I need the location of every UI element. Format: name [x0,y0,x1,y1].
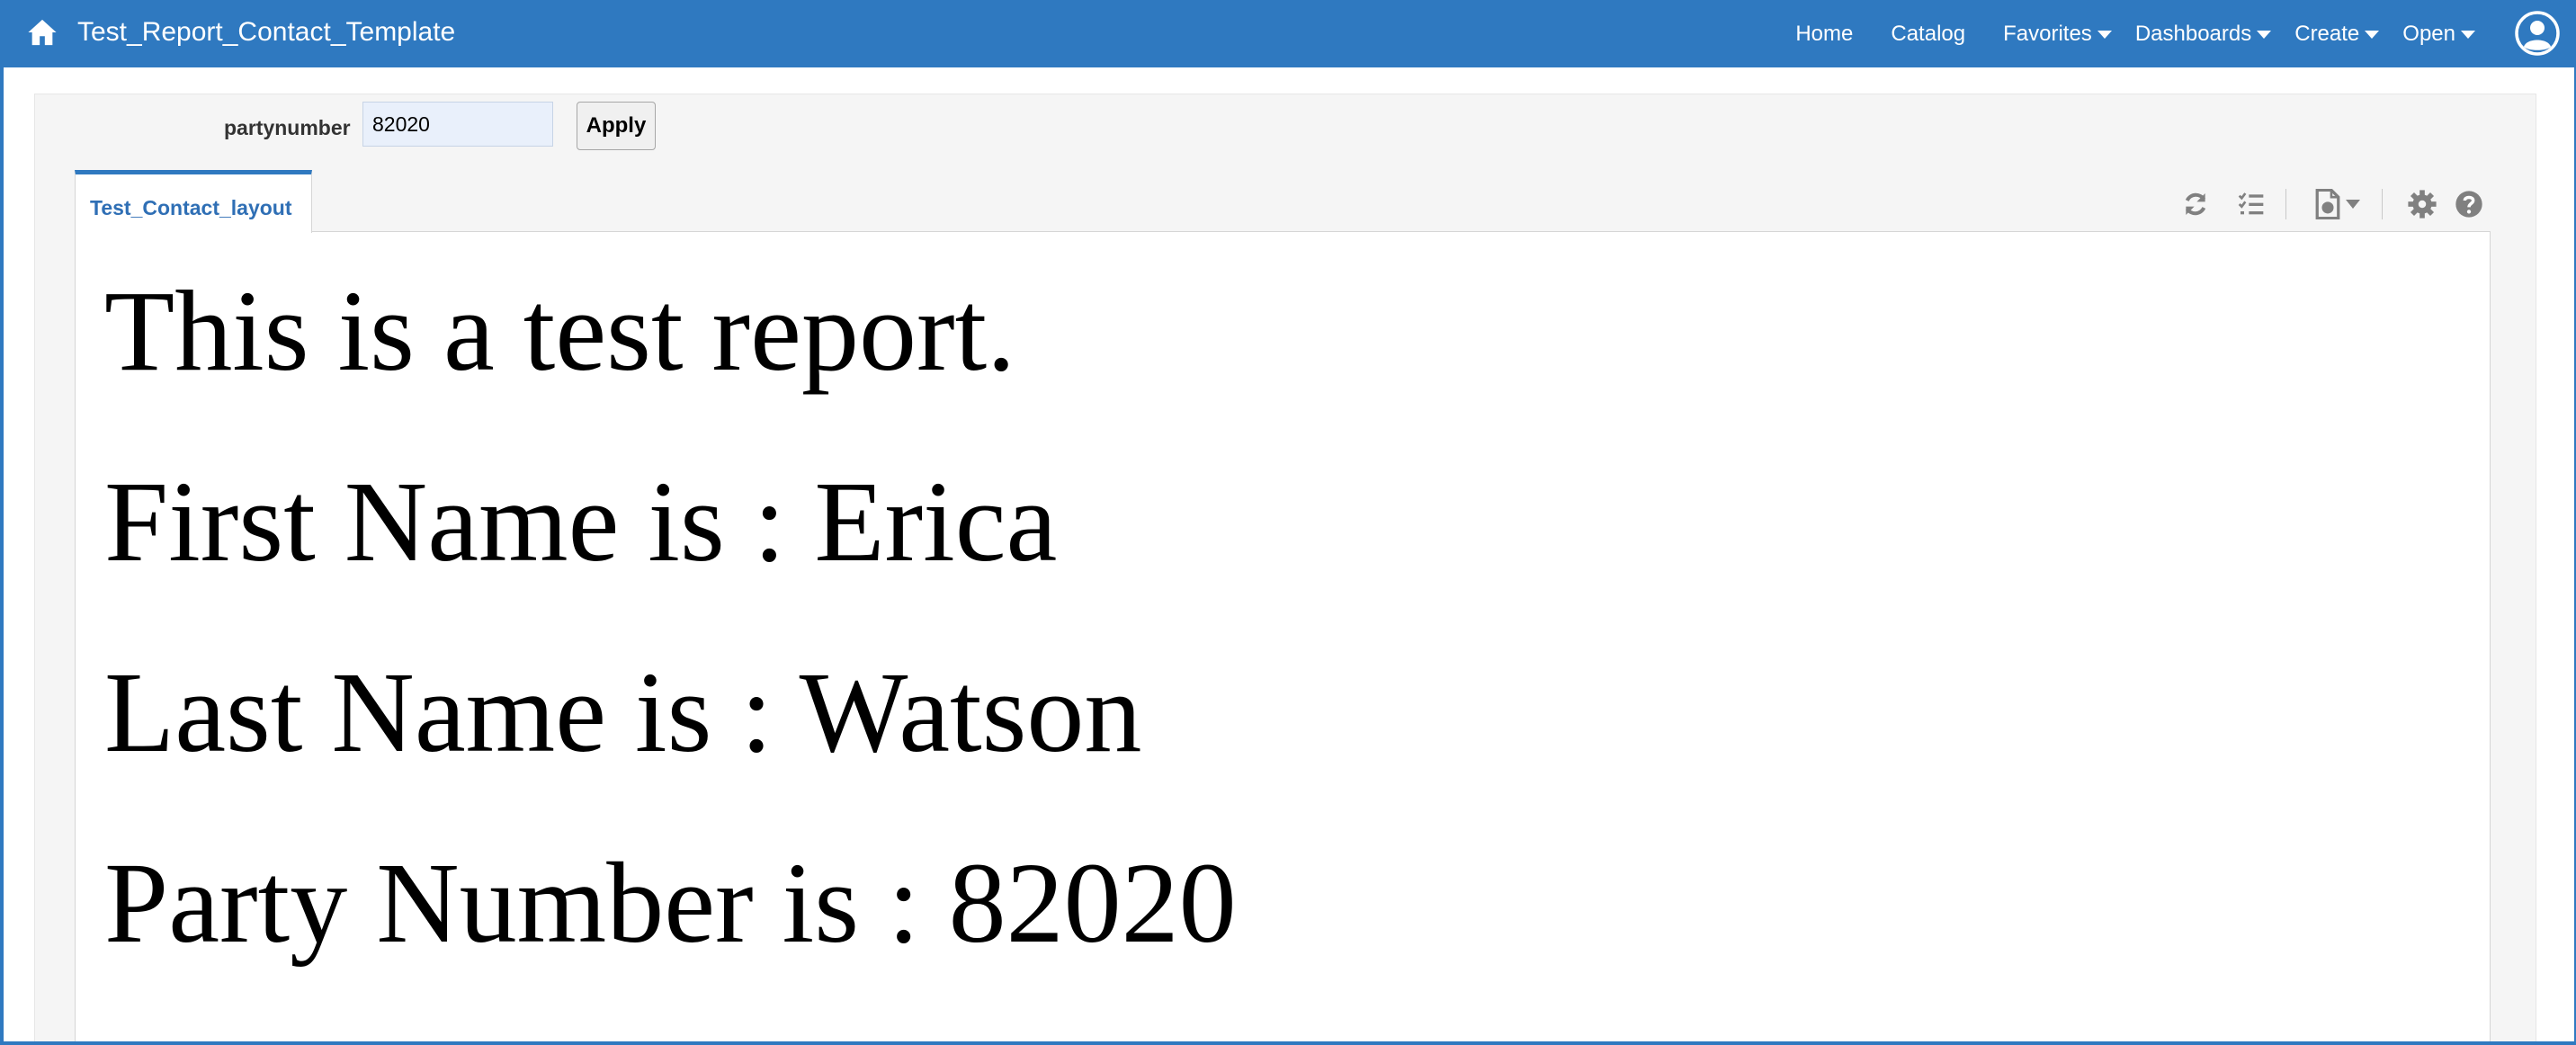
nav-open[interactable]: Open [2402,22,2475,47]
nav-favorites-label: Favorites [2003,21,2092,46]
gear-icon [2408,190,2437,219]
tab-test-contact-layout[interactable]: Test_Contact_layout [75,170,312,233]
partynumber-label: partynumber [224,116,351,139]
list-icon [2238,192,2264,215]
nav-dashboards[interactable]: Dashboards [2134,21,2272,47]
nav-open-label: Open [2402,21,2455,46]
help-button[interactable] [2453,188,2485,220]
app-title: Test_Report_Contact_Template [77,17,456,47]
nav-home-label: Home [1795,21,1854,46]
home-icon[interactable] [27,18,58,47]
nav-catalog[interactable]: Catalog [1891,22,1965,47]
report-title-line: This is a test report. [104,267,1016,395]
nav-dashboards-label: Dashboards [2134,21,2252,46]
nav-create-label: Create [2294,21,2360,46]
list-button[interactable] [2235,188,2267,220]
toolbar-divider [2382,189,2383,219]
nav-create[interactable]: Create [2294,21,2380,47]
nav-favorites[interactable]: Favorites [2003,22,2112,47]
chevron-down-icon [2365,31,2380,39]
report-party-number-line: Party Number is : 82020 [104,839,1237,967]
refresh-button[interactable] [2179,188,2212,220]
toolbar-divider [2285,189,2286,219]
chevron-down-icon [2257,31,2272,39]
export-button[interactable] [2310,188,2364,220]
export-icon [2315,189,2340,219]
report-first-name-line: First Name is : Erica [104,458,1058,585]
chevron-down-icon [2461,31,2475,39]
top-header: Test_Report_Contact_Template Home Catalo… [4,0,2574,67]
nav-catalog-label: Catalog [1891,21,1966,46]
chevron-down-icon [2346,200,2360,209]
refresh-icon [2185,192,2206,216]
settings-button[interactable] [2406,188,2438,220]
nav-home[interactable]: Home [1795,22,1853,47]
report-last-name-line: Last Name is : Watson [104,648,1142,776]
report-output: This is a test report. First Name is : E… [75,231,2491,1041]
help-icon [2455,191,2482,218]
tab-label: Test_Contact_layout [90,196,292,219]
main-nav: Home Catalog Favorites Dashboards Create… [1758,0,2475,67]
report-toolbar [2156,188,2485,220]
app-window: Test_Report_Contact_Template Home Catalo… [2,0,2576,1043]
partynumber-input[interactable] [362,102,553,147]
chevron-down-icon [2097,31,2112,39]
user-avatar-icon[interactable] [2515,11,2560,56]
dashboard-panel: partynumber Apply Test_Contact_layout [34,94,2536,1041]
apply-button[interactable]: Apply [577,102,656,150]
